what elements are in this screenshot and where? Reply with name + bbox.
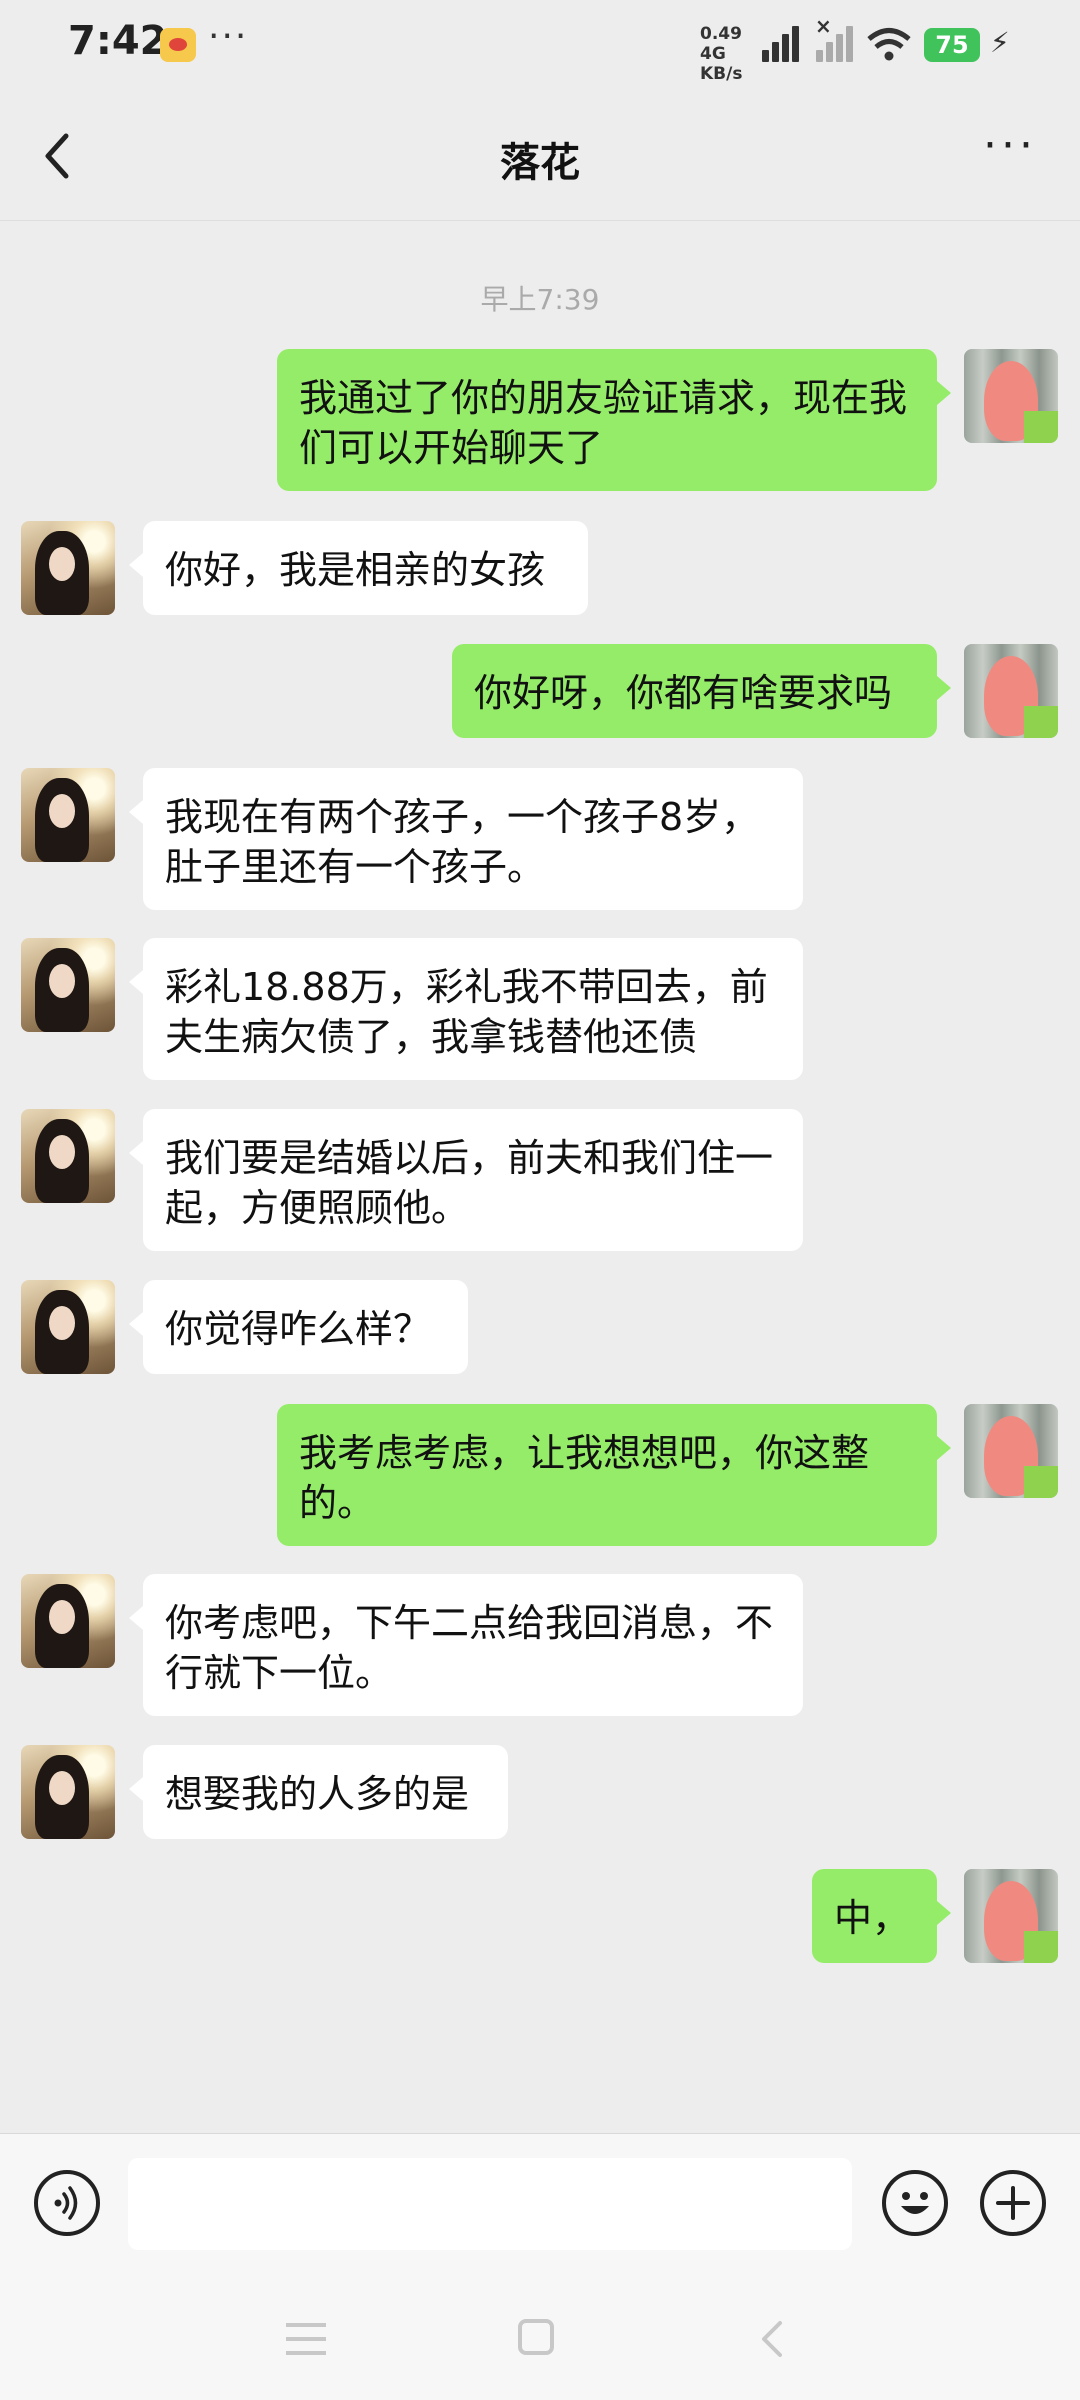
message-bubble-incoming[interactable]: 我们要是结婚以后，前夫和我们住一起，方便照顾他。 xyxy=(129,1109,803,1251)
my-avatar[interactable] xyxy=(964,349,1058,443)
more-notifications-icon: ··· xyxy=(208,16,249,57)
emoji-icon[interactable] xyxy=(882,2170,948,2236)
weibo-icon xyxy=(160,28,196,62)
system-nav-bar xyxy=(0,2273,1080,2400)
contact-avatar[interactable] xyxy=(21,1280,115,1374)
status-time: 7:42 xyxy=(68,18,168,64)
message-timestamp: 早上7:39 xyxy=(480,283,600,316)
my-avatar[interactable] xyxy=(964,1404,1058,1498)
wifi-icon xyxy=(867,28,911,61)
message-bubble-outgoing[interactable]: 中， xyxy=(812,1869,951,1963)
network-type: 4G xyxy=(700,44,726,64)
network-speed: 0.49 4G KB/s xyxy=(700,24,760,84)
message-bubble-outgoing[interactable]: 你好呀，你都有啥要求吗 xyxy=(452,644,951,738)
my-avatar[interactable] xyxy=(964,1869,1058,1963)
charging-icon: ⚡ xyxy=(990,26,1010,59)
message-bubble-outgoing[interactable]: 我考虑考虑，让我想想吧，你这整的。 xyxy=(277,1404,951,1546)
plus-icon[interactable] xyxy=(980,2170,1046,2236)
contact-avatar[interactable] xyxy=(21,1574,115,1668)
contact-avatar[interactable] xyxy=(21,1109,115,1203)
message-input[interactable] xyxy=(128,2158,852,2250)
menu-icon[interactable] xyxy=(286,2323,326,2357)
more-horizontal-icon[interactable]: ··· xyxy=(970,124,1050,186)
message-input-bar xyxy=(0,2133,1080,2274)
message-bubble-incoming[interactable]: 想娶我的人多的是 xyxy=(129,1745,508,1839)
home-icon[interactable] xyxy=(518,2319,554,2355)
message-bubble-incoming[interactable]: 你好，我是相亲的女孩 xyxy=(129,521,588,615)
chat-title: 落花 xyxy=(500,140,580,186)
battery-indicator: 75 xyxy=(924,28,980,62)
signal-2-icon xyxy=(816,26,858,62)
signal-icon xyxy=(762,26,804,62)
message-bubble-incoming[interactable]: 我现在有两个孩子，一个孩子8岁，肚子里还有一个孩子。 xyxy=(129,768,803,910)
network-speed-unit: KB/s xyxy=(700,64,743,84)
chat-header: 落花 ··· xyxy=(0,90,1080,221)
contact-avatar[interactable] xyxy=(21,521,115,615)
network-speed-value: 0.49 xyxy=(700,24,742,44)
contact-avatar[interactable] xyxy=(21,768,115,862)
message-bubble-incoming[interactable]: 彩礼18.88万，彩礼我不带回去，前夫生病欠债了，我拿钱替他还债 xyxy=(129,938,803,1080)
status-bar: 7:42 ··· 0.49 4G KB/s × 75 ⚡ xyxy=(0,0,1080,90)
contact-avatar[interactable] xyxy=(21,938,115,1032)
voice-icon[interactable] xyxy=(34,2170,100,2236)
my-avatar[interactable] xyxy=(964,644,1058,738)
message-bubble-incoming[interactable]: 你考虑吧，下午二点给我回消息，不行就下一位。 xyxy=(129,1574,803,1716)
message-bubble-incoming[interactable]: 你觉得咋么样？ xyxy=(129,1280,468,1374)
back-triangle-icon[interactable] xyxy=(752,2319,792,2359)
contact-avatar[interactable] xyxy=(21,1745,115,1839)
message-bubble-outgoing[interactable]: 我通过了你的朋友验证请求，现在我们可以开始聊天了 xyxy=(277,349,951,491)
